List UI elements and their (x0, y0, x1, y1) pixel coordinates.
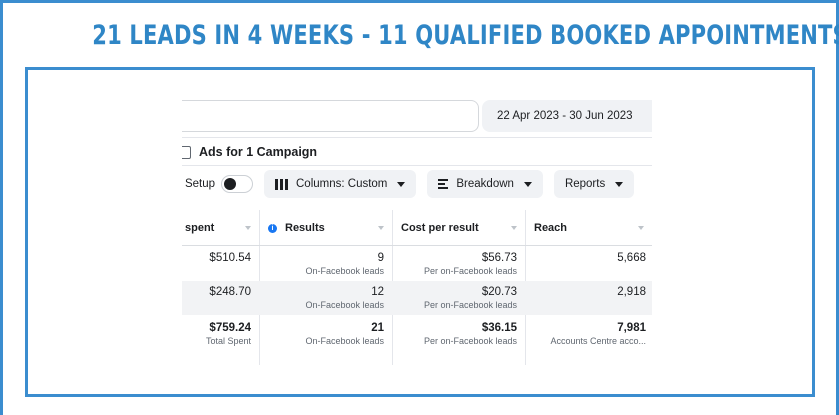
campaign-title: Ads for 1 Campaign (199, 145, 318, 159)
table-header: spent i Results Cost per result Reach (182, 210, 652, 246)
reach-value: 2,918 (617, 286, 646, 298)
columns-icon (275, 178, 288, 190)
toggle-knob (224, 178, 236, 190)
column-header-reach[interactable]: Reach (525, 210, 652, 246)
setup-label: v Setup (182, 178, 215, 190)
campaign-header: Ads for 1 Campaign (182, 141, 317, 163)
ads-manager-screenshot: 22 Apr 2023 - 30 Jun 2023 Ads for 1 Camp… (182, 97, 652, 365)
reports-label: Reports (564, 178, 606, 190)
total-spent-sub: Total Spent (205, 336, 251, 346)
column-header-cost-per-result[interactable]: Cost per result (392, 210, 525, 246)
total-results-sub: On-Facebook leads (305, 336, 384, 346)
total-cost-value: $36.15 (481, 322, 517, 334)
info-icon[interactable]: i (268, 223, 277, 233)
headline: 21 LEADS IN 4 WEEKS - 11 QUALIFIED BOOKE… (92, 20, 839, 51)
sort-icon (638, 226, 644, 230)
setup-toggle[interactable] (221, 175, 253, 193)
results-sub: On-Facebook leads (305, 300, 384, 310)
column-header-results[interactable]: i Results (259, 210, 392, 246)
chevron-down-icon (397, 181, 406, 187)
total-results-value: 21 (371, 322, 384, 334)
results-sub: On-Facebook leads (305, 266, 384, 276)
totals-row: $759.24 Total Spent 21 On-Facebook leads $… (182, 317, 652, 351)
table-row[interactable]: $510.54 9 On-Facebook leads $56.73 Per on-… (182, 247, 652, 281)
cost-value: $56.73 (481, 252, 517, 264)
sort-icon (378, 226, 384, 230)
checkbox-icon[interactable] (182, 145, 191, 159)
total-cost-sub: Per on-Facebook leads (423, 336, 517, 346)
results-value: 12 (371, 286, 384, 298)
toolbar: v Setup Columns: Custom Breakdown Report… (182, 170, 652, 198)
total-reach-value: 7,981 (617, 322, 646, 334)
reports-button[interactable]: Reports (553, 170, 635, 198)
table-row[interactable]: $248.70 12 On-Facebook leads $20.73 Per on… (182, 281, 652, 315)
date-range-picker[interactable]: 22 Apr 2023 - 30 Jun 2023 (482, 100, 652, 132)
sort-icon (245, 226, 251, 230)
chevron-down-icon (523, 181, 532, 187)
breakdown-button[interactable]: Breakdown (427, 170, 543, 198)
cost-sub: Per on-Facebook leads (423, 300, 517, 310)
total-reach-sub: Accounts Centre acco... (550, 336, 646, 346)
columns-label: Columns: Custom (296, 178, 388, 190)
column-header-spent[interactable]: spent (182, 210, 259, 246)
chevron-down-icon (615, 181, 624, 187)
breakdown-icon (438, 179, 449, 189)
sort-icon (511, 226, 517, 230)
cost-value: $20.73 (481, 286, 517, 298)
spent-value: $248.70 (209, 286, 251, 298)
divider (182, 137, 652, 138)
search-input[interactable] (182, 100, 479, 132)
total-spent-value: $759.24 (209, 322, 251, 334)
breakdown-label: Breakdown (456, 178, 514, 190)
reach-value: 5,668 (617, 252, 646, 264)
spent-value: $510.54 (209, 252, 251, 264)
results-value: 9 (377, 252, 384, 264)
divider (182, 165, 652, 166)
columns-button[interactable]: Columns: Custom (264, 170, 417, 198)
cost-sub: Per on-Facebook leads (423, 266, 517, 276)
